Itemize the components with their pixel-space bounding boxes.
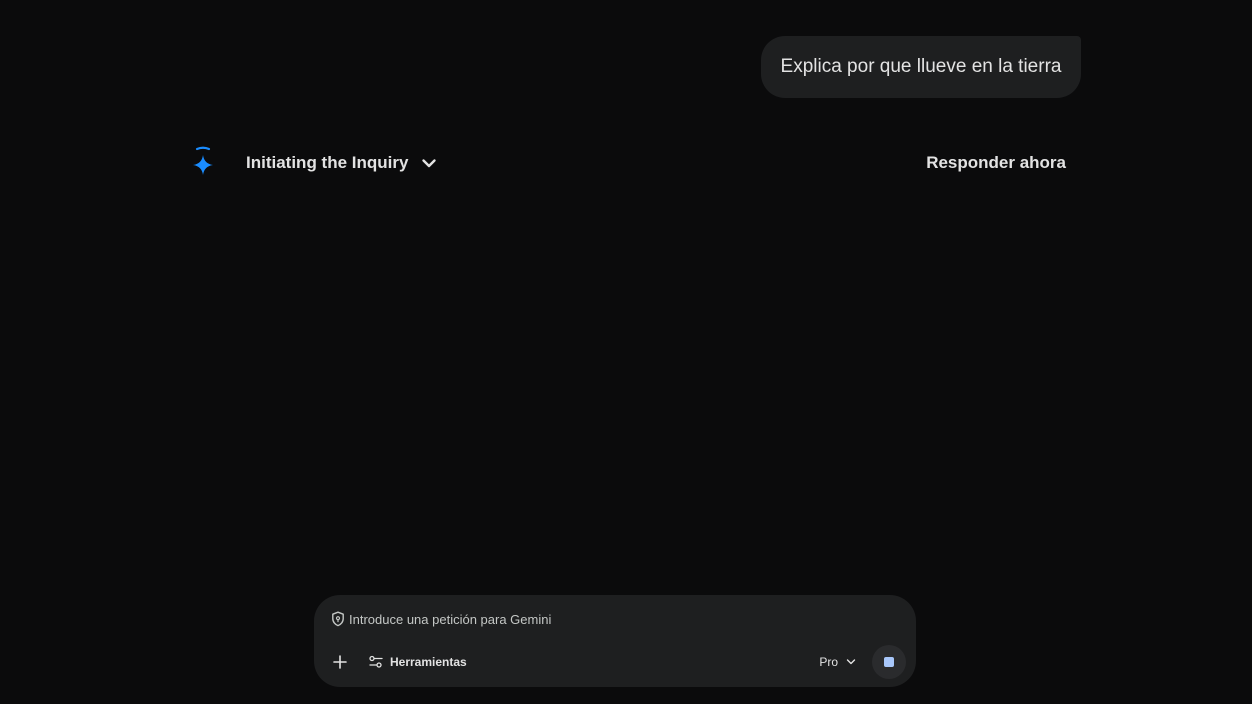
model-selector[interactable]: Pro bbox=[819, 655, 856, 669]
chevron-down-icon bbox=[846, 659, 856, 665]
tools-label: Herramientas bbox=[390, 655, 467, 669]
chevron-down-icon bbox=[422, 159, 437, 168]
composer-toolbar: Herramientas Pro bbox=[326, 645, 906, 679]
plus-icon bbox=[333, 655, 347, 669]
respond-now-button[interactable]: Responder ahora bbox=[926, 153, 1070, 173]
prompt-row bbox=[331, 611, 869, 627]
user-message-text: Explica por que llueve en la tierra bbox=[780, 56, 1062, 77]
shield-icon bbox=[332, 611, 344, 627]
gemini-spark-icon bbox=[190, 145, 218, 181]
tools-sliders-icon bbox=[369, 655, 383, 668]
thinking-toggle-button[interactable]: Initiating the Inquiry bbox=[246, 153, 438, 173]
thinking-header: Initiating the Inquiry Responder ahora bbox=[190, 142, 1070, 184]
add-button[interactable] bbox=[326, 648, 354, 676]
prompt-composer: Herramientas Pro bbox=[314, 595, 916, 687]
thinking-title: Initiating the Inquiry bbox=[246, 153, 409, 172]
chat-page: Explica por que llueve en la tierra Init… bbox=[0, 0, 1252, 704]
stop-icon bbox=[884, 657, 894, 667]
user-message-bubble: Explica por que llueve en la tierra bbox=[761, 36, 1081, 98]
model-label: Pro bbox=[819, 655, 838, 669]
prompt-input[interactable] bbox=[349, 611, 869, 627]
stop-generation-button[interactable] bbox=[872, 645, 906, 679]
tools-button[interactable]: Herramientas bbox=[368, 655, 467, 669]
